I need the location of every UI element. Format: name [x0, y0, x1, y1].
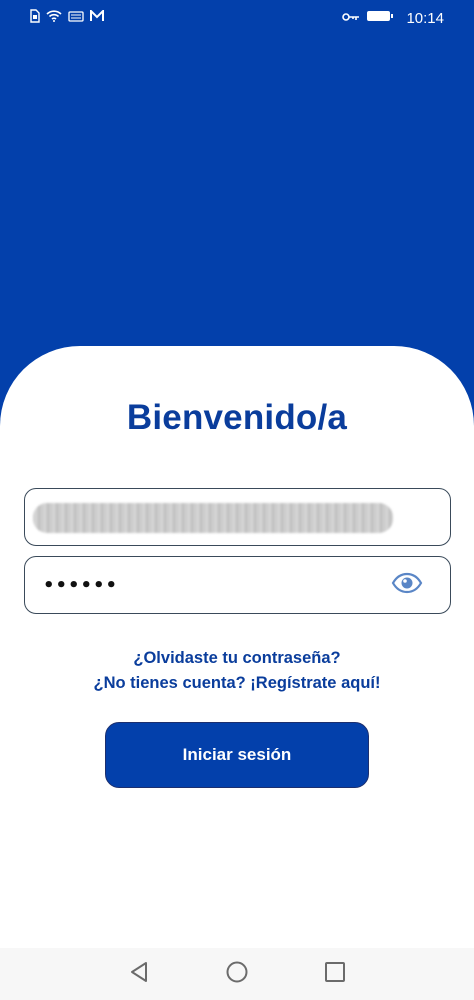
home-button[interactable]: [222, 959, 252, 989]
battery-icon: [366, 9, 394, 27]
recents-icon: [324, 961, 346, 988]
navigation-bar: [0, 948, 474, 1000]
sim-icon: [30, 8, 40, 28]
login-button[interactable]: Iniciar sesión: [105, 722, 369, 788]
status-time: 10:14: [406, 9, 444, 27]
password-value: ••••••: [43, 574, 119, 596]
status-bar: 10:14: [0, 0, 474, 36]
status-right-icons: 10:14: [342, 9, 444, 27]
register-link[interactable]: ¿No tienes cuenta? ¡Regístrate aquí!: [0, 674, 474, 693]
status-left-icons: [30, 8, 104, 28]
eye-icon: [391, 572, 423, 599]
back-button[interactable]: [124, 959, 154, 989]
page-title: Bienvenido/a: [126, 398, 348, 437]
home-icon: [225, 960, 249, 989]
key-icon: [342, 9, 360, 27]
mail-icon: [90, 8, 104, 27]
login-button-label: Iniciar sesión: [182, 745, 292, 764]
email-field[interactable]: [24, 488, 451, 546]
password-field[interactable]: ••••••: [24, 556, 451, 614]
forgot-password-link[interactable]: ¿Olvidaste tu contraseña?: [0, 649, 474, 668]
keyboard-icon: [68, 9, 84, 27]
wifi-icon: [46, 9, 62, 27]
back-icon: [129, 961, 149, 988]
redacted-email-mask: [33, 503, 393, 533]
login-screen: 10:14 Bienvenido/a •••••• ¿Olvidaste tu …: [0, 0, 474, 1000]
show-password-button[interactable]: [390, 572, 424, 598]
recents-button[interactable]: [320, 959, 350, 989]
